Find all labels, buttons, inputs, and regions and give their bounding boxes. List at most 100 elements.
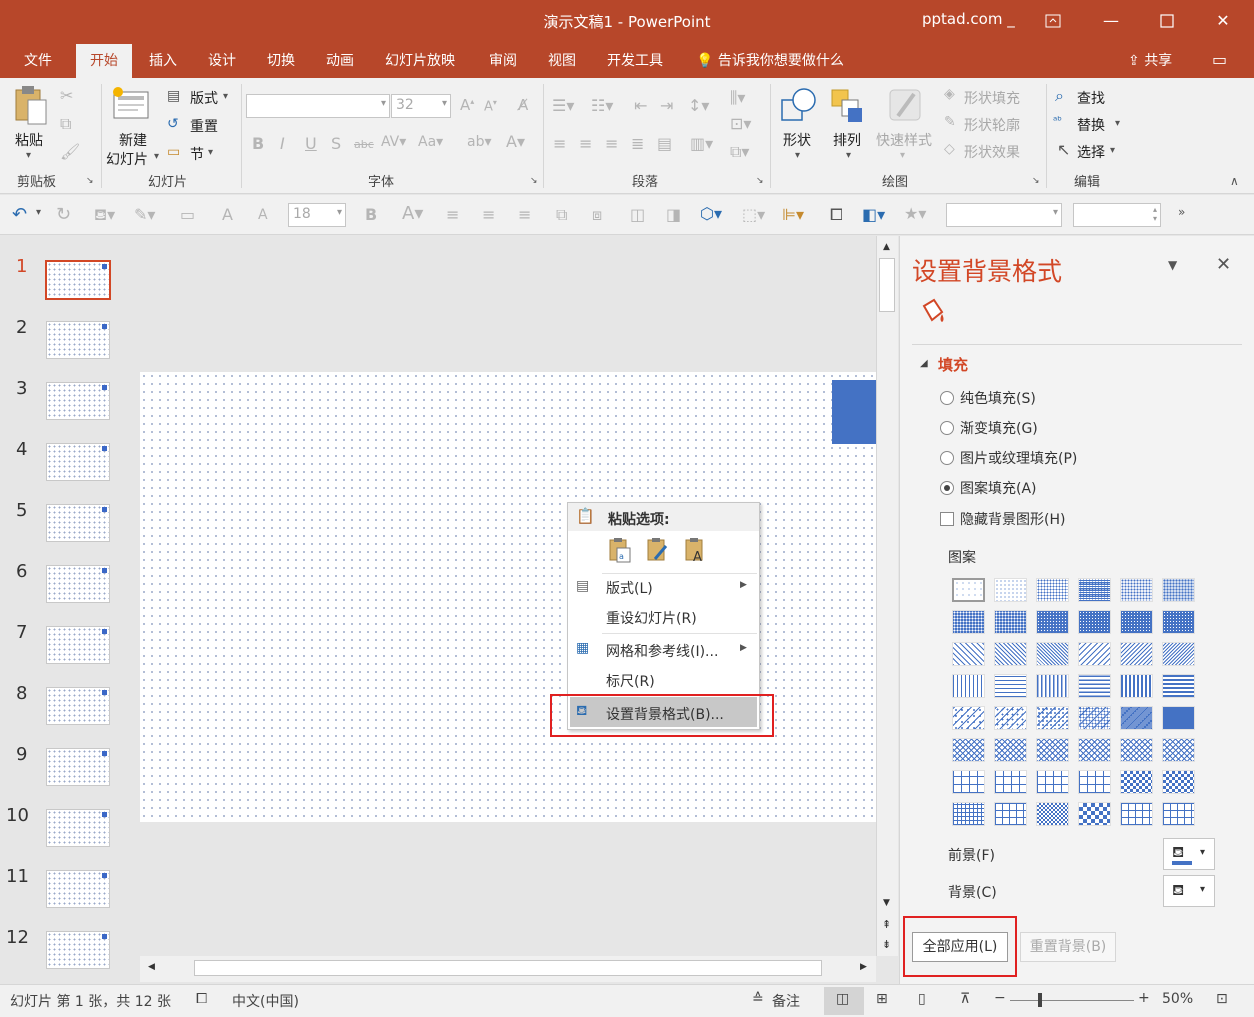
columns-icon[interactable]: ▥▾ xyxy=(690,134,713,153)
vertical-scrollbar[interactable]: ▲ ▼ ⇞ ⇟ xyxy=(876,236,898,956)
option-pattern-fill[interactable]: 图案填充(A) xyxy=(960,478,1037,498)
shape-fill-icon[interactable]: ◈ xyxy=(944,86,955,102)
reset-button[interactable]: 重置 xyxy=(190,116,218,136)
align-left-icon[interactable]: ≡ xyxy=(553,134,566,153)
maximize-icon[interactable] xyxy=(1144,0,1190,42)
tab-animations[interactable]: 动画 xyxy=(326,50,354,70)
minimize-icon[interactable]: — xyxy=(1088,0,1134,42)
slide-thumbnail-6[interactable] xyxy=(46,565,110,603)
font-color-icon[interactable]: A▾ xyxy=(506,132,525,151)
zoom-slider-thumb[interactable] xyxy=(1038,993,1042,1007)
zoom-in-icon[interactable]: + xyxy=(1138,990,1150,1006)
pane-options-icon[interactable]: ▼ xyxy=(1168,258,1177,272)
chevron-down-icon[interactable]: ▾ xyxy=(900,150,905,161)
select-cursor-icon[interactable]: ↖ xyxy=(1057,140,1070,159)
align-center-icon[interactable]: ≡ xyxy=(482,205,495,224)
shape-effects-button[interactable]: 形状效果 xyxy=(964,142,1020,162)
pattern-swatch[interactable] xyxy=(1036,610,1069,634)
pattern-swatch[interactable] xyxy=(1120,642,1153,666)
share-button[interactable]: ⇪ 共享 xyxy=(1128,50,1172,70)
decrease-indent-icon[interactable]: ⇤ xyxy=(634,96,647,115)
dialog-launcher-icon[interactable]: ↘ xyxy=(86,176,94,186)
justify-icon[interactable]: ≣ xyxy=(631,134,644,153)
menu-item-reset-slide[interactable]: 重设幻灯片(R) xyxy=(606,608,697,628)
chevron-down-icon[interactable]: ▾ xyxy=(846,150,851,161)
font-grow-icon[interactable]: A▴ xyxy=(460,96,474,114)
pattern-swatch[interactable] xyxy=(1120,802,1153,826)
section-icon[interactable]: ▭ xyxy=(167,144,180,160)
new-slide-label-1[interactable]: 新建 xyxy=(119,130,147,150)
cut-icon[interactable]: ✂ xyxy=(60,86,73,105)
font-shrink-icon[interactable]: A▾ xyxy=(484,98,497,114)
pattern-swatch[interactable] xyxy=(1036,674,1069,698)
option-solid-fill[interactable]: 纯色填充(S) xyxy=(960,388,1036,408)
numbering-icon[interactable]: ☷▾ xyxy=(591,96,613,115)
menu-item-layout[interactable]: 版式(L) xyxy=(606,578,653,598)
redo-icon[interactable]: ↻ xyxy=(56,204,71,225)
shape-outline-icon[interactable]: ✎ xyxy=(944,114,956,130)
tab-review[interactable]: 审阅 xyxy=(489,50,517,70)
pattern-swatch[interactable] xyxy=(994,770,1027,794)
hide-bg-label[interactable]: 隐藏背景图形(H) xyxy=(960,509,1065,529)
slide-thumbnail-12[interactable] xyxy=(46,931,110,969)
comment-icon[interactable]: ▭ xyxy=(1212,50,1227,69)
slide-thumbnail-8[interactable] xyxy=(46,687,110,725)
close-icon[interactable]: ✕ xyxy=(1200,0,1246,42)
radio-pattern-fill[interactable] xyxy=(940,481,954,495)
paste-use-dest-theme-icon[interactable]: a xyxy=(608,537,632,567)
section-button[interactable]: 节 xyxy=(190,144,204,164)
strikethrough-icon[interactable]: abc xyxy=(354,138,374,151)
reset-background-button[interactable]: 重置背景(B) xyxy=(1020,932,1116,962)
normal-view-button[interactable]: ◫ xyxy=(824,987,864,1015)
shape-effects-icon[interactable]: ◇ xyxy=(944,141,955,157)
ungroup-icon[interactable]: ⧈ xyxy=(592,205,602,225)
bold-icon[interactable]: B xyxy=(252,134,264,153)
pattern-swatch[interactable] xyxy=(1162,738,1195,762)
scroll-right-icon[interactable]: ▶ xyxy=(860,962,867,972)
align-left-icon[interactable]: ≡ xyxy=(446,205,459,224)
pattern-swatch[interactable] xyxy=(1036,802,1069,826)
dialog-launcher-icon[interactable]: ↘ xyxy=(1032,176,1040,186)
horizontal-scrollbar[interactable]: ◀ ▶ xyxy=(140,956,876,982)
replace-icon[interactable]: ᵃᵇ xyxy=(1053,114,1062,127)
radio-solid-fill[interactable] xyxy=(940,391,954,405)
pattern-swatch[interactable] xyxy=(1078,578,1111,602)
previous-slide-icon[interactable]: ⇞ xyxy=(882,918,891,931)
pattern-swatch[interactable] xyxy=(1036,642,1069,666)
fill-category-icon[interactable] xyxy=(918,298,948,330)
option-gradient-fill[interactable]: 渐变填充(G) xyxy=(960,418,1038,438)
option-picture-fill[interactable]: 图片或纹理填充(P) xyxy=(960,448,1077,468)
replace-button[interactable]: 替换 xyxy=(1077,115,1105,135)
radio-gradient-fill[interactable] xyxy=(940,421,954,435)
menu-item-ruler[interactable]: 标尺(R) xyxy=(606,671,655,691)
slide-thumbnail-11[interactable] xyxy=(46,870,110,908)
slide-thumbnail-4[interactable] xyxy=(46,443,110,481)
hide-bg-checkbox[interactable] xyxy=(940,512,954,526)
format-painter-icon[interactable]: 🖌 xyxy=(60,142,80,161)
shapes-button[interactable]: 形状 xyxy=(783,130,811,150)
qat-combo-2[interactable]: ▴ ▾ xyxy=(1073,203,1161,227)
menu-item-grid-guides[interactable]: 网格和参考线(I)... xyxy=(606,641,718,661)
slide-thumbnail-9[interactable] xyxy=(46,748,110,786)
scroll-left-icon[interactable]: ◀ xyxy=(148,962,155,972)
slide-thumbnail-7[interactable] xyxy=(46,626,110,664)
increase-indent-icon[interactable]: ⇥ xyxy=(660,96,673,115)
pattern-swatch[interactable] xyxy=(1036,738,1069,762)
pattern-swatch[interactable] xyxy=(1036,706,1069,730)
group-icon[interactable]: ⧉ xyxy=(556,205,567,225)
foreground-color-button[interactable]: ⛾ ▾ xyxy=(1163,838,1215,870)
align-right-icon[interactable]: ≡ xyxy=(605,134,618,153)
background-color-button[interactable]: ⛾ ▾ xyxy=(1163,875,1215,907)
pattern-swatch[interactable] xyxy=(1078,770,1111,794)
pattern-swatch[interactable] xyxy=(1120,610,1153,634)
bring-forward-icon[interactable]: ◫ xyxy=(630,205,645,224)
pattern-swatch[interactable] xyxy=(1162,674,1195,698)
shrink-font-icon[interactable]: A xyxy=(258,207,268,223)
pattern-swatch[interactable] xyxy=(952,642,985,666)
chevron-down-icon[interactable]: ▾ xyxy=(223,91,228,102)
star-icon[interactable]: ★▾ xyxy=(904,204,926,223)
fill-section-header[interactable]: 填充 xyxy=(938,354,968,375)
align-objects-icon[interactable]: ⊫▾ xyxy=(782,205,804,224)
layout-panel-icon[interactable]: ◧▾ xyxy=(862,205,885,224)
pattern-swatch[interactable] xyxy=(952,802,985,826)
